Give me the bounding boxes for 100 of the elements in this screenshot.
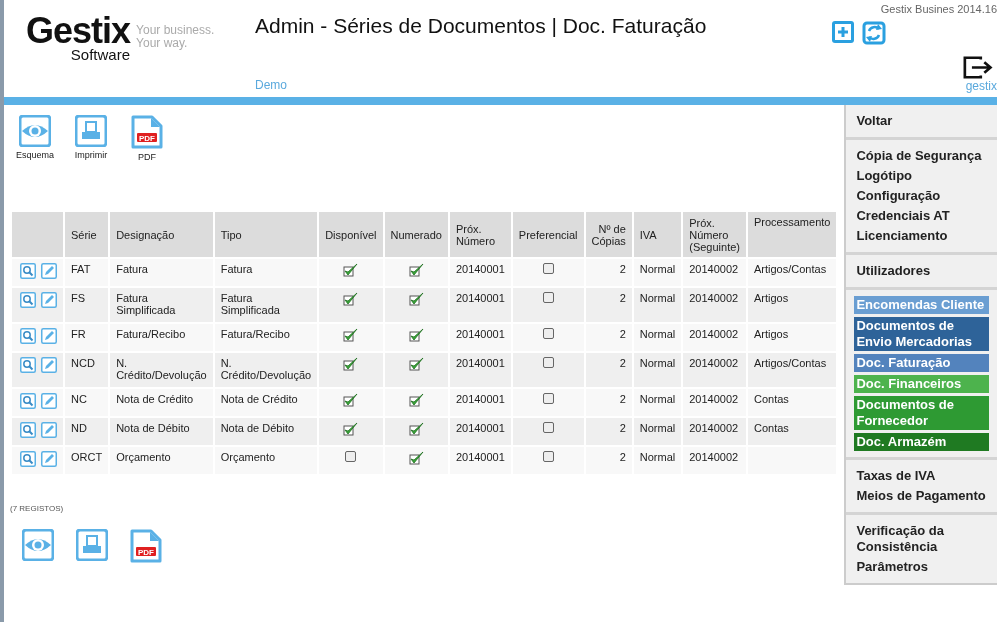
check-icon[interactable] [343,263,359,277]
table-cell: Artigos [748,288,837,322]
checkbox[interactable] [542,292,554,303]
sidebar-item[interactable]: Doc. Faturação [854,354,989,372]
check-icon[interactable] [343,393,359,407]
pdf-icon: PDF [131,115,163,149]
sidebar-item[interactable]: Logótipo [854,166,989,186]
column-header: Processamento [748,212,837,257]
table-cell: 20140002 [683,389,746,416]
column-header: Preferencial [512,212,584,257]
table-cell: Normal [633,259,682,286]
table-cell: Normal [633,447,682,474]
sidebar-item[interactable]: Parâmetros [854,557,989,577]
sidebar-item[interactable]: Credenciais AT [854,206,989,226]
checkbox[interactable] [542,357,554,368]
logo-subtitle: Software [70,48,131,62]
checkbox[interactable] [542,328,554,339]
table-cell: Fatura [214,259,318,286]
column-header: IVA [633,212,682,257]
table-cell: 20140002 [683,288,746,322]
sidebar-item[interactable]: Utilizadores [854,261,989,281]
column-header: Numerado [384,212,448,257]
sidebar-item[interactable]: Documentos de Envio Mercadorias [854,317,989,351]
checkbox[interactable] [542,393,554,404]
table-cell: 20140001 [449,259,511,286]
table-cell: Fatura/Recibo [214,324,318,351]
sidebar-item[interactable]: Meios de Pagamento [854,486,989,506]
table-cell: 2 [585,418,632,445]
table-cell: Contas [748,389,837,416]
record-count: (7 REGISTOS) [10,504,65,513]
check-icon[interactable] [343,328,359,342]
table-cell: ORCT [65,447,109,474]
table-cell: N. Crédito/Devolução [214,353,318,387]
column-header: Próx. Número [449,212,511,257]
check-icon[interactable] [408,422,424,436]
search-icon[interactable] [20,292,36,308]
search-icon[interactable] [20,263,36,279]
checkbox[interactable] [542,451,554,462]
table-cell: 20140001 [449,324,511,351]
search-icon[interactable] [20,357,36,373]
checkbox[interactable] [345,451,357,462]
printer-button[interactable]: Imprimir [70,115,112,162]
table-cell: FR [65,324,109,351]
table-cell: 2 [585,288,632,322]
table-cell: 20140001 [449,418,511,445]
table-cell: 2 [585,353,632,387]
logo-name: Gestix [26,14,131,48]
table-cell: Artigos [748,324,837,351]
sidebar-item[interactable]: Verificação da Consistência [854,521,989,557]
search-icon[interactable] [20,422,36,438]
table-cell: 2 [585,324,632,351]
table-cell: Orçamento [214,447,318,474]
check-icon[interactable] [408,451,424,465]
search-icon[interactable] [20,328,36,344]
column-header: Nº de Cópias [585,212,632,257]
table-cell: 2 [585,447,632,474]
pdf-button[interactable]: PDF PDF [126,115,168,162]
refresh-icon[interactable] [861,20,887,46]
checkbox[interactable] [542,422,554,433]
logo-tagline: Your way. [136,37,189,50]
table-cell: Artigos/Contas [748,259,837,286]
printer-icon [75,115,107,147]
check-icon[interactable] [408,328,424,342]
sidebar-item[interactable]: Licenciamento [854,226,989,246]
page-title: Admin - Séries de Documentos | Doc. Faturação [255,14,708,38]
search-icon[interactable] [20,451,36,467]
check-icon[interactable] [343,422,359,436]
check-icon[interactable] [408,393,424,407]
sidebar-item[interactable]: Taxas de IVA [854,466,989,486]
table-cell: Fatura [110,259,213,286]
check-icon[interactable] [408,357,424,371]
sidebar-item[interactable]: Configuração [854,186,989,206]
sidebar-item[interactable]: Voltar [854,111,989,131]
table-cell: 20140002 [683,259,746,286]
eye-button[interactable]: Esquema [14,115,56,162]
column-header: Designação [110,212,213,257]
search-icon[interactable] [20,393,36,409]
table-cell: Normal [633,288,682,322]
table-cell: Fatura Simplificada [110,288,213,322]
check-icon[interactable] [343,357,359,371]
table-cell: Normal [633,353,682,387]
table-cell: 20140001 [449,447,511,474]
table-cell: Fatura Simplificada [214,288,318,322]
check-icon[interactable] [408,263,424,277]
table-cell: 20140001 [449,288,511,322]
checkbox[interactable] [542,263,554,274]
company-name: Demo [255,78,288,92]
table-cell: NC [65,389,109,416]
sidebar-item[interactable]: Documentos de Fornecedor [854,396,989,430]
table-cell: Nota de Crédito [110,389,213,416]
check-icon[interactable] [343,292,359,306]
table-cell: Contas [748,418,837,445]
eye-icon [19,115,51,147]
table-cell: NCD [65,353,109,387]
sidebar-item[interactable]: Cópia de Segurança [854,146,989,166]
add-icon[interactable] [831,20,855,44]
table-cell: FS [65,288,109,322]
check-icon[interactable] [408,292,424,306]
table-cell: FAT [65,259,109,286]
sidebar-item[interactable]: Doc. Armazém [854,433,989,451]
